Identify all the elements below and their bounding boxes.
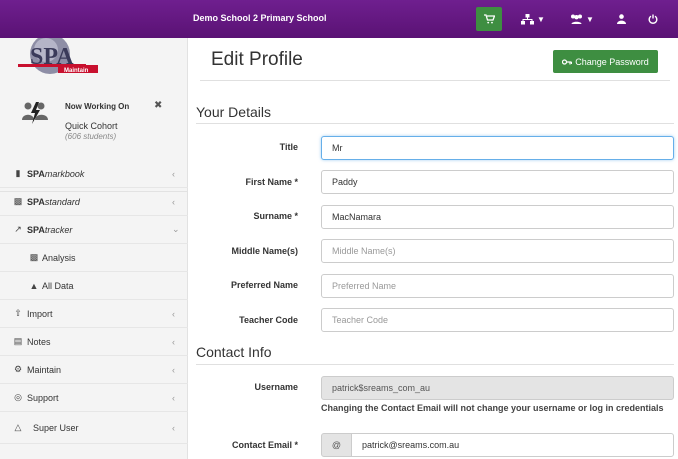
username-field: patrick$sreams_com_au <box>321 376 674 400</box>
teacher-code-field[interactable]: Teacher Code <box>321 308 674 332</box>
chevron-left-icon: ‹ <box>172 336 175 347</box>
super-user-icon: △ <box>14 422 22 432</box>
power-icon <box>648 14 658 24</box>
users-icon <box>571 14 583 24</box>
sitemap-menu-button[interactable]: ▼ <box>518 7 548 31</box>
cohort-icon <box>22 102 48 124</box>
chevron-left-icon: ‹ <box>172 422 175 433</box>
username-label: Username <box>254 382 298 392</box>
sidebar-item-label: SPA <box>27 196 45 207</box>
chevron-left-icon: ‹ <box>172 196 175 207</box>
sidebar-item-label: Notes <box>27 336 51 347</box>
change-password-button[interactable]: Change Password <box>553 50 658 73</box>
page-title: Edit Profile <box>211 49 303 70</box>
now-working-on-label: Now Working On <box>65 102 130 111</box>
section-contact-info: Contact Info <box>196 344 272 360</box>
line-chart-icon: ↗ <box>14 224 22 234</box>
preferred-name-field[interactable]: Preferred Name <box>321 274 674 298</box>
sidebar-item-notes[interactable]: ▤ Notes ‹ <box>0 328 188 356</box>
surname-label: Surname * <box>253 211 298 221</box>
sitemap-icon <box>521 13 535 24</box>
sidebar-item-maintain[interactable]: ⚙ Maintain ‹ <box>0 356 188 384</box>
sidebar-item-label: SPA <box>27 224 45 235</box>
close-icon[interactable]: ✖ <box>154 100 162 111</box>
chevron-down-icon: ⌄ <box>172 224 180 234</box>
file-icon: ▤ <box>13 336 23 346</box>
change-password-label: Change Password <box>575 56 649 67</box>
sidebar-item-label: tracker <box>44 224 73 235</box>
top-navbar: Demo School 2 Primary School ▼ ▼ <box>0 0 678 38</box>
bar-chart-icon: ▩ <box>13 196 23 206</box>
first-name-label: First Name * <box>245 177 298 187</box>
preferred-name-label: Preferred Name <box>230 280 298 290</box>
divider <box>196 364 674 365</box>
key-icon <box>562 58 573 65</box>
cohort-name: Quick Cohort <box>65 121 118 131</box>
users-menu-button[interactable]: ▼ <box>569 7 595 31</box>
chevron-down-icon: ▼ <box>537 14 545 24</box>
contact-email-label: Contact Email * <box>231 440 298 450</box>
logout-button[interactable] <box>645 7 661 31</box>
chevron-down-icon: ▼ <box>586 14 594 24</box>
gears-icon: ⚙ <box>13 364 23 374</box>
school-name: Demo School 2 Primary School <box>193 13 327 23</box>
sidebar-item-label: Support <box>27 392 59 403</box>
sidebar-item-label: Super User <box>33 422 79 433</box>
teacher-code-label: Teacher Code <box>239 315 298 325</box>
chevron-left-icon: ‹ <box>172 392 175 403</box>
cart-button[interactable] <box>476 7 502 31</box>
divider <box>196 123 674 124</box>
student-count: (606 students) <box>65 132 117 141</box>
user-profile-button[interactable] <box>614 7 628 31</box>
divider <box>200 80 670 81</box>
contact-email-field[interactable]: patrick@sreams.com.au <box>351 433 674 457</box>
sidebar-menu: ▮ SPAmarkbook ‹ ▩ SPAstandard ‹ ↗ SPAtra… <box>0 160 188 444</box>
spa-logo[interactable]: SPA Maintain <box>14 34 104 86</box>
first-name-field[interactable]: Paddy <box>321 170 674 194</box>
middle-names-label: Middle Name(s) <box>231 246 298 256</box>
sidebar-item-label: standard <box>44 196 80 207</box>
chevron-left-icon: ‹ <box>172 364 175 375</box>
title-field[interactable]: Mr <box>321 136 674 160</box>
middle-names-field[interactable]: Middle Name(s) <box>321 239 674 263</box>
life-ring-icon: ◎ <box>14 392 22 402</box>
surname-field[interactable]: MacNamara <box>321 205 674 229</box>
user-icon <box>616 14 626 24</box>
title-label: Title <box>279 142 298 152</box>
sidebar-item-label: Maintain <box>27 364 62 375</box>
email-at-addon: @ <box>321 433 352 457</box>
cart-icon <box>483 14 495 24</box>
section-your-details: Your Details <box>196 104 271 120</box>
username-help-text: Changing the Contact Email will not chan… <box>321 403 664 413</box>
svg-text:Maintain: Maintain <box>64 68 89 74</box>
